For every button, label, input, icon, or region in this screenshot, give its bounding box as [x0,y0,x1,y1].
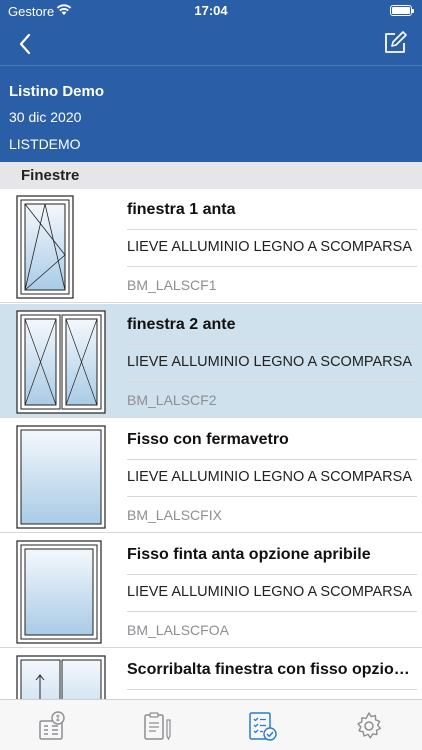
sliding-window-image [16,655,106,699]
item-name: Fisso con fermavetro [127,431,289,448]
fixed-window-image [16,425,106,529]
fixed-false-sash-image [16,540,106,644]
list-item[interactable]: Fisso finta anta opzione apribile LIEVE … [0,534,422,648]
header-title: Listino Demo [9,83,105,100]
item-description: LIEVE ALLUMINIO LEGNO A SCOMPARSA [127,239,412,255]
item-name: finestra 2 ante [127,316,236,333]
row-divider [127,459,417,460]
item-code: BM_LALSCF2 [127,392,217,408]
window-2-sashes-image [16,310,106,414]
item-name: finestra 1 anta [127,201,236,218]
status-bar: Gestore 17:04 [0,0,422,22]
section-title: Finestre [21,167,80,184]
battery-icon [390,5,414,16]
row-divider [127,611,417,612]
item-name: Scorribalta finestra con fisso opzionale [127,661,417,678]
list-item[interactable]: Scorribalta finestra con fisso opzionale [0,649,422,699]
list-item[interactable]: finestra 2 ante LIEVE ALLUMINIO LEGNO A … [0,304,422,418]
row-divider [127,229,417,230]
checklist-icon[interactable] [246,710,278,742]
item-name: Fisso finta anta opzione apribile [127,546,371,563]
tab-bar [0,699,422,750]
product-list[interactable]: finestra 1 anta LIEVE ALLUMINIO LEGNO A … [0,189,422,699]
item-description: LIEVE ALLUMINIO LEGNO A SCOMPARSA [127,584,412,600]
item-code: BM_LALSCF1 [127,277,217,293]
item-code: BM_LALSCFOA [127,622,229,638]
price-list-calculator-icon[interactable] [37,710,69,742]
row-divider [127,266,417,267]
window-1-sash-image [16,195,106,299]
header-code: LISTDEMO [9,136,81,152]
section-header: Finestre [0,162,422,189]
compose-icon[interactable] [382,30,408,56]
clipboard-pencil-icon[interactable] [141,710,173,742]
row-divider [127,574,417,575]
row-divider [127,689,417,690]
chevron-left-icon[interactable] [14,30,40,58]
gear-icon[interactable] [353,710,385,742]
nav-bar [0,22,422,66]
row-divider [127,344,417,345]
header-date: 30 dic 2020 [9,109,82,125]
list-item[interactable]: Fisso con fermavetro LIEVE ALLUMINIO LEG… [0,419,422,533]
row-divider [127,381,417,382]
item-code: BM_LALSCFIX [127,507,222,523]
status-time: 17:04 [194,3,228,18]
item-description: LIEVE ALLUMINIO LEGNO A SCOMPARSA [127,469,412,485]
item-description: LIEVE ALLUMINIO LEGNO A SCOMPARSA [127,354,412,370]
list-item[interactable]: finestra 1 anta LIEVE ALLUMINIO LEGNO A … [0,189,422,303]
list-header: Listino Demo 30 dic 2020 LISTDEMO [0,66,422,162]
row-divider [127,496,417,497]
